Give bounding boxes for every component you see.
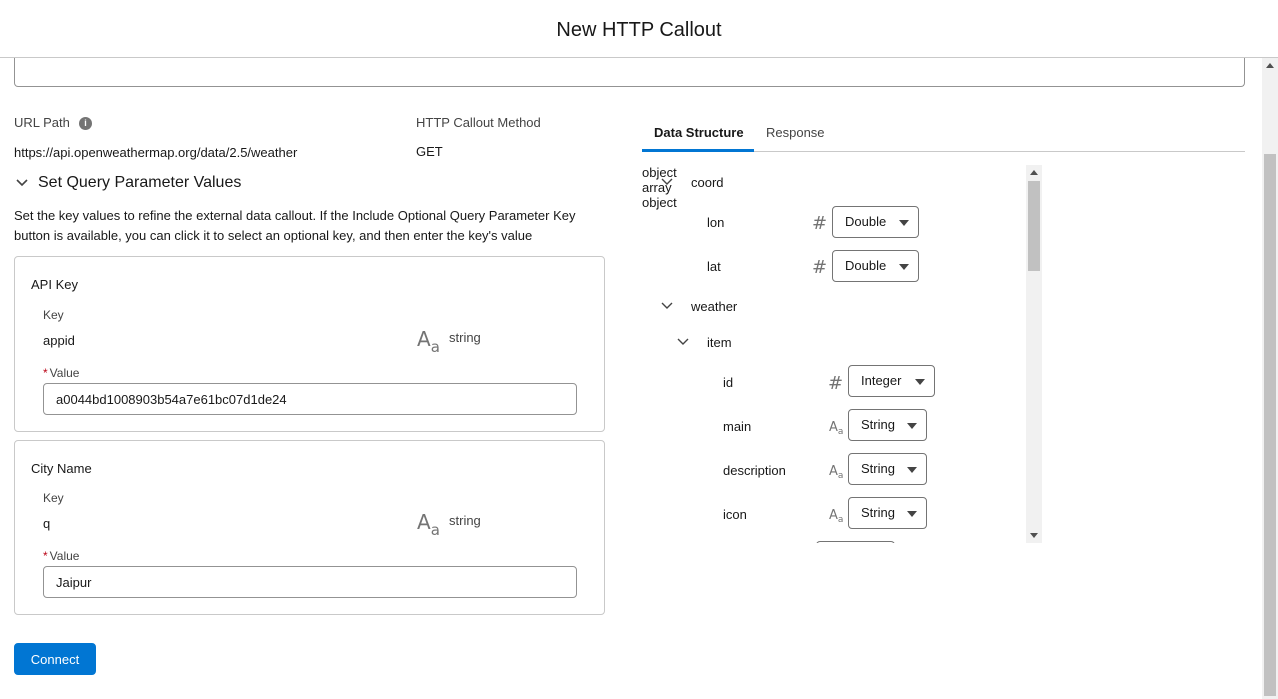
required-mark: * <box>43 366 48 380</box>
select-value: Double <box>845 258 887 273</box>
key-label: Key <box>43 308 64 322</box>
caret-down-icon <box>899 264 909 270</box>
type-select-lon[interactable]: Double <box>832 206 919 238</box>
node-name: description <box>723 462 786 478</box>
scroll-up-icon[interactable] <box>1266 63 1274 68</box>
tab-response[interactable]: Response <box>766 125 825 140</box>
type-select-id[interactable]: Integer <box>848 365 935 397</box>
query-section-title: Set Query Parameter Values <box>38 174 242 191</box>
scrollbar-thumb[interactable] <box>1028 181 1040 271</box>
select-value: String <box>861 461 895 476</box>
tree-node-item[interactable]: item <box>676 326 732 358</box>
param-title: City Name <box>31 461 92 476</box>
tab-bar: Data Structure Response <box>642 116 1245 152</box>
chevron-down-icon[interactable] <box>660 299 674 313</box>
tree-node-description: description <box>723 454 786 486</box>
method-value: GET <box>416 144 443 159</box>
city-name-card: City Name Key q Aa string * Value <box>14 440 605 615</box>
connect-button[interactable]: Connect <box>14 643 96 675</box>
tab-data-structure[interactable]: Data Structure <box>654 125 744 140</box>
tree-node-id: id <box>723 366 733 398</box>
text-type-icon: Aa <box>829 420 844 437</box>
number-type-icon: # <box>812 257 828 278</box>
query-section-toggle[interactable]: Set Query Parameter Values <box>14 174 241 192</box>
node-name: icon <box>723 506 747 522</box>
value-label-text: Value <box>49 366 80 380</box>
query-help-text: Set the key values to refine the externa… <box>14 208 576 243</box>
description-textarea[interactable] <box>14 58 1245 87</box>
node-name: lat <box>707 258 721 274</box>
modal-header: New HTTP Callout <box>0 0 1278 58</box>
method-label: HTTP Callout Method <box>416 115 541 130</box>
modal-title: New HTTP Callout <box>556 19 722 41</box>
chevron-down-icon[interactable] <box>676 335 690 349</box>
node-name: main <box>723 418 752 434</box>
page-scrollbar[interactable] <box>1262 58 1278 699</box>
key-value: appid <box>43 333 75 348</box>
type-select-main[interactable]: String <box>848 409 927 441</box>
text-type-icon: Aa <box>417 327 440 356</box>
type-select-partial[interactable] <box>816 541 895 543</box>
tree-node-icon: icon <box>723 498 747 530</box>
type-label: string <box>449 330 481 345</box>
scrollbar-thumb[interactable] <box>1264 154 1276 696</box>
text-type-icon: Aa <box>417 510 440 539</box>
type-label: string <box>449 513 481 528</box>
param-title: API Key <box>31 277 78 292</box>
select-value: String <box>861 505 895 520</box>
data-structure-tree: coord object lon # Double lat # Double w… <box>642 165 1042 543</box>
caret-down-icon <box>907 511 917 517</box>
info-icon[interactable]: i <box>79 117 92 130</box>
scroll-down-icon[interactable] <box>1030 533 1038 538</box>
type-select-lat[interactable]: Double <box>832 250 919 282</box>
select-value: Double <box>845 214 887 229</box>
url-path-value: https://api.openweathermap.org/data/2.5/… <box>14 145 298 160</box>
node-name: item <box>707 334 732 350</box>
chevron-down-icon[interactable] <box>660 175 674 189</box>
tree-node-lat: lat <box>707 250 721 282</box>
tree-node-lon: lon <box>707 206 724 238</box>
key-value: q <box>43 516 51 531</box>
node-name: lon <box>707 214 725 230</box>
text-type-icon: Aa <box>829 464 844 481</box>
api-key-card: API Key Key appid Aa string * Value <box>14 256 605 432</box>
scroll-up-icon[interactable] <box>1030 170 1038 175</box>
tree-scrollbar[interactable] <box>1026 165 1042 543</box>
select-value: String <box>861 417 895 432</box>
tree-node-coord[interactable]: coord <box>660 166 724 198</box>
number-type-icon: # <box>828 373 844 394</box>
number-type-icon: # <box>812 213 828 234</box>
node-name: weather <box>691 298 738 314</box>
value-label: * Value <box>43 549 79 563</box>
active-tab-indicator <box>642 149 754 152</box>
caret-down-icon <box>899 220 909 226</box>
chevron-down-icon <box>16 179 28 187</box>
type-select-icon[interactable]: String <box>848 497 927 529</box>
node-name: id <box>723 374 734 390</box>
caret-down-icon <box>915 379 925 385</box>
node-name: coord <box>691 174 724 190</box>
caret-down-icon <box>907 467 917 473</box>
select-value: Integer <box>861 373 902 388</box>
text-type-icon: Aa <box>829 508 844 525</box>
value-label: * Value <box>43 366 79 380</box>
key-label: Key <box>43 491 64 505</box>
required-mark: * <box>43 549 48 563</box>
tree-node-main: main <box>723 410 751 442</box>
tree-node-weather[interactable]: weather <box>660 290 737 322</box>
url-path-label: URL Path <box>14 115 70 130</box>
type-select-description[interactable]: String <box>848 453 927 485</box>
city-name-value-input[interactable] <box>43 566 577 598</box>
caret-down-icon <box>907 423 917 429</box>
value-label-text: Value <box>49 549 80 563</box>
api-key-value-input[interactable] <box>43 383 577 415</box>
